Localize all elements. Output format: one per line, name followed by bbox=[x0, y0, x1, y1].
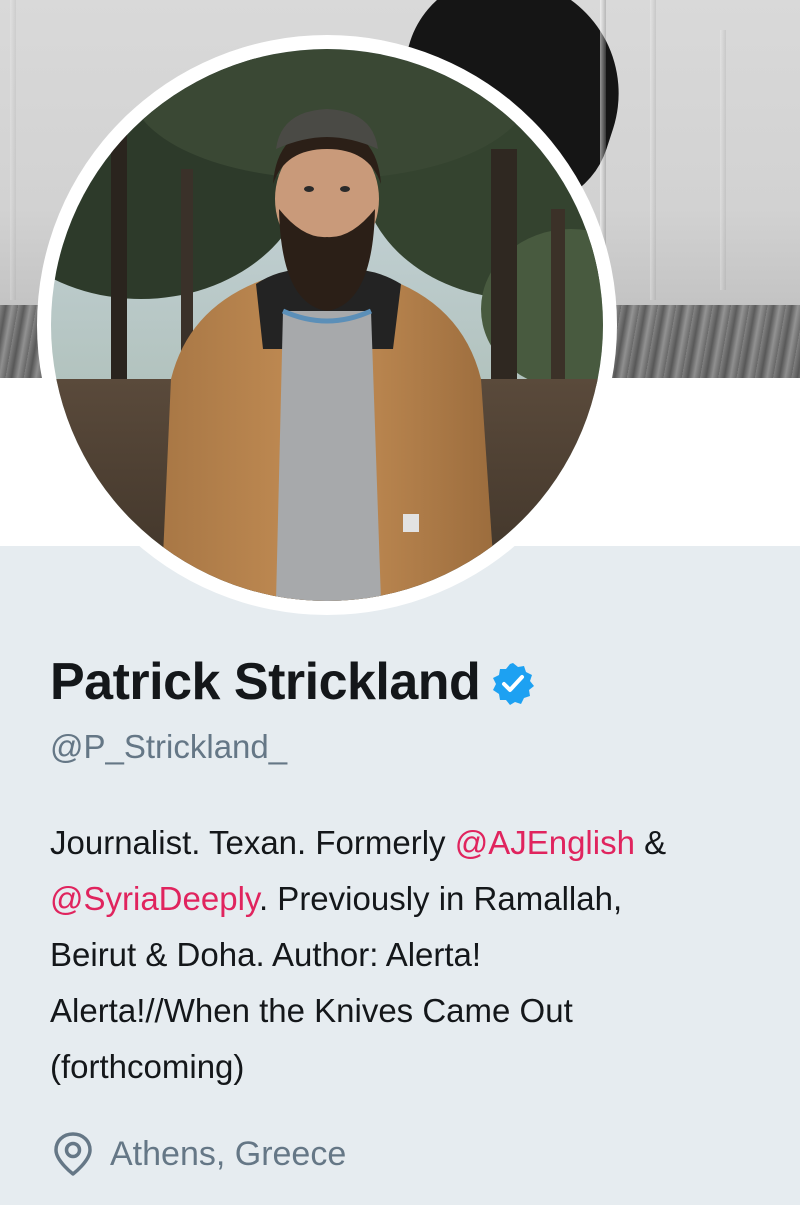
profile-handle[interactable]: @P_Strickland_ bbox=[50, 727, 287, 767]
bio-line: Beirut & Doha. Author: Alerta! bbox=[50, 936, 482, 973]
banner-fabric-fold bbox=[650, 0, 656, 300]
bio-line: (forthcoming) bbox=[50, 1048, 245, 1085]
bio-text: & bbox=[634, 824, 667, 861]
location-text: Athens, Greece bbox=[110, 1135, 347, 1173]
verified-badge-icon[interactable] bbox=[490, 661, 536, 707]
banner-fabric-fold bbox=[10, 0, 16, 300]
profile-display-name[interactable]: Patrick Strickland bbox=[50, 656, 481, 708]
avatar-photo bbox=[51, 49, 603, 601]
location-pin-icon bbox=[54, 1132, 92, 1176]
profile-location: Athens, Greece bbox=[52, 1128, 346, 1180]
profile-avatar[interactable] bbox=[37, 35, 617, 615]
bio-text: Journalist. Texan. Formerly bbox=[50, 824, 455, 861]
profile-name-row: Patrick Strickland bbox=[50, 650, 536, 714]
bio-line: Journalist. Texan. Formerly @AJEnglish & bbox=[50, 815, 780, 871]
bio-line: Alerta!//When the Knives Came Out bbox=[50, 992, 573, 1029]
profile-bio: Journalist. Texan. Formerly @AJEnglish &… bbox=[50, 815, 780, 1095]
bio-text: . Previously in Ramallah, bbox=[258, 880, 623, 917]
mention-link[interactable]: @AJEnglish bbox=[455, 824, 635, 861]
bio-line: @SyriaDeeply. Previously in Ramallah, bbox=[50, 871, 780, 927]
mention-link[interactable]: @SyriaDeeply bbox=[50, 880, 259, 917]
banner-fabric-fold bbox=[720, 30, 726, 290]
